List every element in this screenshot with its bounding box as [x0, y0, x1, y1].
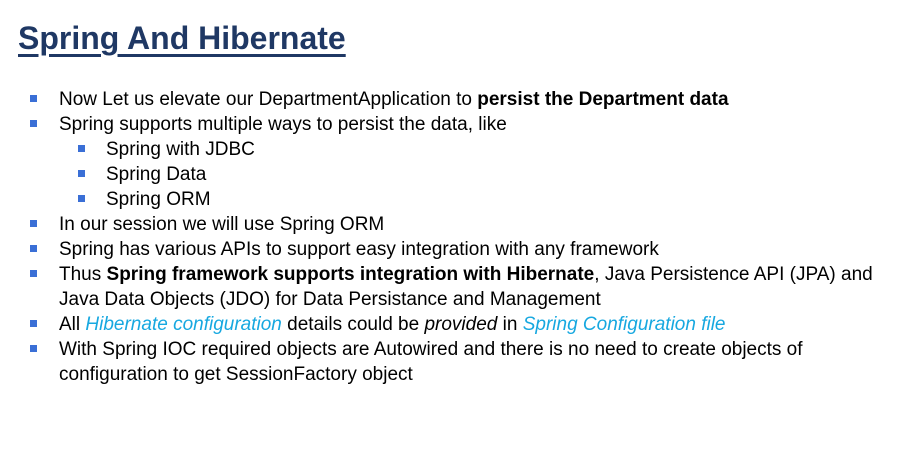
bullet-text: Spring with JDBC: [106, 139, 255, 160]
square-bullet-icon: [30, 245, 37, 252]
bullet-text: Now Let us elevate our DepartmentApplica…: [59, 89, 478, 110]
bullet-text: Spring ORM: [106, 189, 211, 210]
bullet-item: Spring supports multiple ways to persist…: [0, 112, 898, 137]
sub-bullet-item: Spring ORM: [0, 187, 898, 212]
sub-bullet-item: Spring Data: [0, 162, 898, 187]
bullet-text: Thus: [59, 264, 107, 285]
square-bullet-icon: [30, 120, 37, 127]
bullet-item: Thus Spring framework supports integrati…: [0, 262, 898, 312]
slide-title: Spring And Hibernate: [18, 20, 346, 56]
bullet-text: Spring Data: [106, 164, 207, 185]
bullet-text: Spring supports multiple ways to persist…: [59, 114, 507, 135]
bullet-text: In our session we will use Spring ORM: [59, 214, 385, 235]
highlighted-text: Hibernate configuration: [85, 314, 282, 335]
bullet-text: All: [59, 314, 86, 335]
bullet-item: In our session we will use Spring ORM: [0, 212, 898, 237]
bullet-text: Spring framework supports integration wi…: [106, 264, 595, 285]
bullet-text: details could be: [281, 314, 425, 335]
bullet-text: With Spring IOC required objects are Aut…: [59, 339, 803, 385]
square-bullet-icon: [30, 320, 37, 327]
bullet-item: Spring has various APIs to support easy …: [0, 237, 898, 262]
bullet-text: provided: [424, 314, 498, 335]
square-bullet-icon: [78, 145, 85, 152]
bullet-text: persist the Department data: [477, 89, 729, 110]
square-bullet-icon: [30, 220, 37, 227]
bullet-item: With Spring IOC required objects are Aut…: [0, 337, 898, 387]
square-bullet-icon: [30, 270, 37, 277]
square-bullet-icon: [30, 345, 37, 352]
bullet-list: Now Let us elevate our DepartmentApplica…: [0, 87, 898, 387]
bullet-item: All Hibernate configuration details coul…: [0, 312, 898, 337]
square-bullet-icon: [30, 95, 37, 102]
bullet-text: in: [497, 314, 523, 335]
square-bullet-icon: [78, 195, 85, 202]
sub-bullet-item: Spring with JDBC: [0, 137, 898, 162]
square-bullet-icon: [78, 170, 85, 177]
bullet-text: Spring has various APIs to support easy …: [59, 239, 659, 260]
bullet-item: Now Let us elevate our DepartmentApplica…: [0, 87, 898, 112]
highlighted-text: Spring Configuration file: [522, 314, 726, 335]
